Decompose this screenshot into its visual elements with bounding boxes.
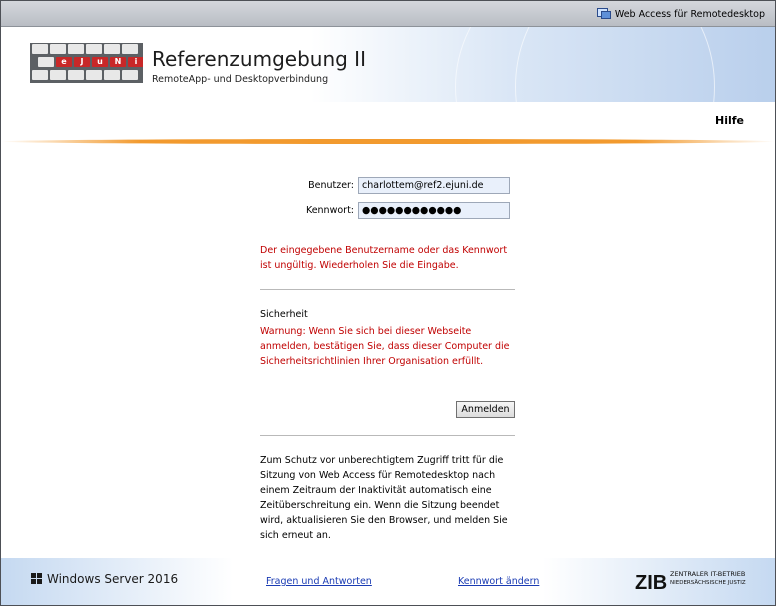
zib-logo: ZIB bbox=[635, 572, 667, 591]
brand-label: Web Access für Remotedesktop bbox=[614, 8, 765, 20]
divider bbox=[260, 289, 515, 290]
remote-desktop-icon bbox=[596, 8, 611, 20]
user-input[interactable] bbox=[358, 177, 510, 194]
faq-link[interactable]: Fragen und Antworten bbox=[266, 576, 372, 587]
zib-mark: ZIB bbox=[635, 572, 667, 591]
divider bbox=[260, 435, 515, 436]
password-input[interactable] bbox=[358, 202, 510, 219]
user-row: Benutzer: bbox=[260, 177, 510, 194]
help-link[interactable]: Hilfe bbox=[715, 114, 744, 127]
zib-line1: ZENTRALER IT-BETRIEB bbox=[670, 570, 746, 578]
ejuni-logo: e J u N i bbox=[30, 43, 143, 83]
change-password-link[interactable]: Kennwort ändern bbox=[458, 576, 539, 587]
page-title: Referenzumgebung II bbox=[152, 47, 366, 71]
header-banner: e J u N i Referenzumgebung II RemoteApp-… bbox=[1, 27, 775, 102]
windows-icon bbox=[31, 573, 43, 585]
user-label: Benutzer: bbox=[308, 180, 354, 191]
login-button[interactable]: Anmelden bbox=[456, 401, 515, 418]
top-bar: Web Access für Remotedesktop bbox=[1, 1, 775, 27]
login-error: Der eingegebene Benutzername oder das Ke… bbox=[260, 245, 508, 271]
timeout-info: Zum Schutz vor unberechtigtem Zugriff tr… bbox=[260, 455, 508, 541]
brand-link[interactable]: Web Access für Remotedesktop bbox=[596, 8, 765, 20]
password-label: Kennwort: bbox=[305, 205, 354, 216]
security-warning: Warnung: Wenn Sie sich bei dieser Websei… bbox=[260, 326, 510, 367]
zib-caption: ZENTRALER IT-BETRIEB NIEDERSÄCHSISCHE JU… bbox=[670, 570, 746, 588]
password-row: Kennwort: bbox=[260, 202, 510, 219]
security-title: Sicherheit bbox=[260, 309, 308, 320]
windows-server-label: Windows Server 2016 bbox=[47, 572, 179, 586]
window: Web Access für Remotedesktop e J u N i R… bbox=[0, 0, 776, 606]
accent-divider bbox=[1, 139, 775, 144]
nav-bar: Hilfe bbox=[1, 102, 775, 140]
page-subtitle: RemoteApp- und Desktopverbindung bbox=[152, 74, 329, 85]
zib-line2: NIEDERSÄCHSISCHE JUSTIZ bbox=[670, 580, 746, 586]
footer: Windows Server 2016 Fragen und Antworten… bbox=[1, 558, 775, 605]
